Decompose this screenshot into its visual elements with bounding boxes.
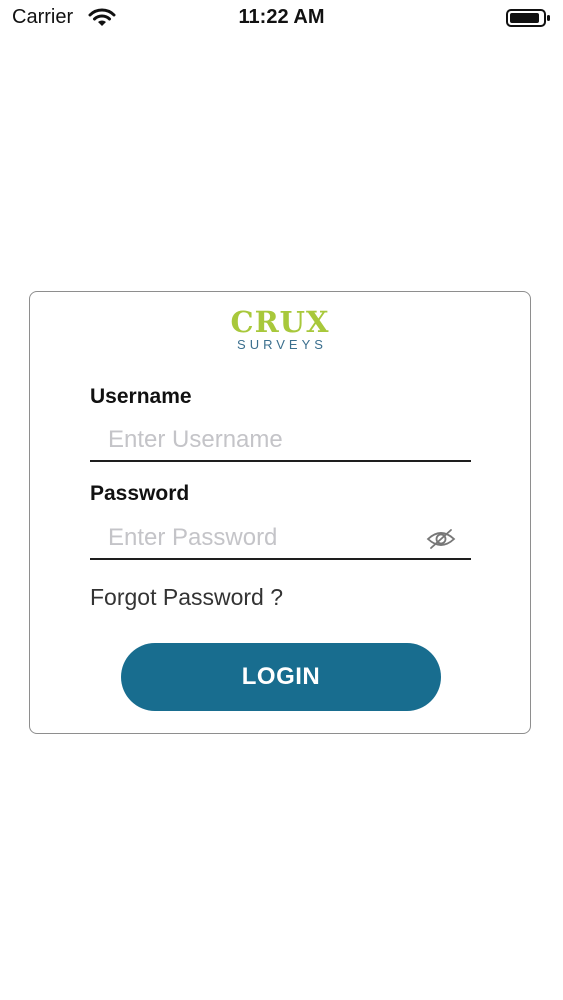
crux-surveys-logo: CRUX SURVEYS — [30, 307, 530, 352]
battery-icon — [506, 9, 550, 27]
username-input[interactable] — [90, 420, 471, 460]
logo-sub-text: SURVEYS — [237, 337, 327, 352]
username-field-container — [90, 420, 471, 462]
logo-main-text: CRUX — [230, 305, 330, 339]
password-field-container — [90, 518, 471, 560]
status-time: 11:22 AM — [238, 6, 325, 28]
eye-slash-icon[interactable] — [425, 528, 457, 550]
login-card: CRUX SURVEYS Username Password Forgot Pa… — [29, 291, 531, 734]
login-button[interactable]: LOGIN — [121, 643, 441, 711]
status-bar: Carrier 11:22 AM — [0, 0, 563, 38]
username-label: Username — [90, 385, 192, 408]
password-label: Password — [90, 482, 190, 505]
password-input[interactable] — [90, 518, 471, 558]
forgot-password-link[interactable]: Forgot Password ? — [90, 584, 283, 611]
